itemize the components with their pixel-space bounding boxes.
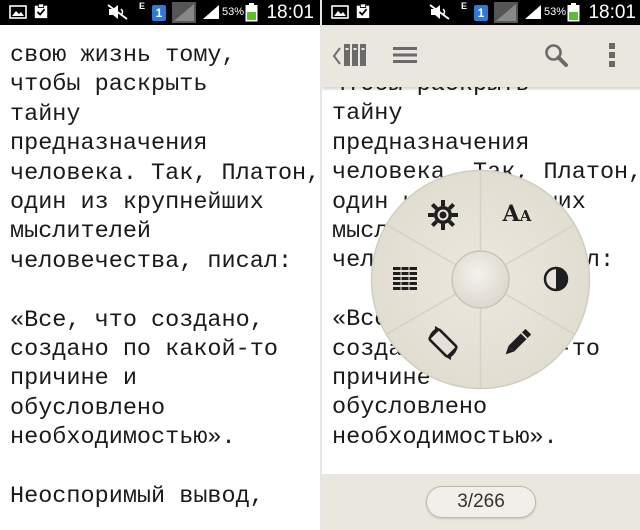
overflow-menu-icon[interactable] [609, 42, 615, 68]
text-line: «Все, что создано, [10, 306, 264, 334]
text-line: один из крупнейших [10, 189, 264, 217]
reader-pane-right: E 1 53% 18:01 чтобы раскрыть тайну предн… [322, 0, 640, 530]
gallery-icon [9, 5, 27, 19]
text-line: предназначения [10, 130, 208, 158]
page-layout-icon [393, 267, 417, 290]
font-size-label-large: A [502, 201, 520, 227]
rotate-screen-button[interactable] [423, 323, 463, 363]
radial-quick-menu: AA [370, 169, 591, 390]
font-size-button[interactable]: AA [497, 195, 537, 235]
sim-1-icon: 1 [474, 5, 488, 21]
signal-icon [494, 2, 518, 23]
page-indicator[interactable]: 3/266 [426, 486, 536, 518]
page-layout-button[interactable] [385, 259, 425, 299]
radial-center-button[interactable] [452, 251, 509, 308]
reader-toolbar [322, 25, 640, 87]
table-of-contents-icon[interactable] [393, 45, 417, 65]
clipboard-check-icon [34, 3, 48, 19]
text-line: свою жизнь тому, [10, 42, 236, 69]
status-bar: E 1 53% 18:01 [0, 0, 320, 25]
text-line: необходимостью». [332, 423, 558, 451]
text-line: чтобы раскрыть [10, 71, 208, 99]
brightness-icon [428, 200, 458, 230]
clock: 18:01 [266, 2, 314, 23]
mute-icon [107, 4, 128, 20]
sim-label: 1 [155, 6, 163, 20]
brightness-button[interactable] [423, 195, 463, 235]
sim-1-icon: 1 [152, 5, 166, 21]
text-line: тайну [332, 100, 403, 128]
text-line: создано по какой-то [10, 336, 278, 364]
page-indicator-label: 3/266 [457, 491, 505, 512]
gallery-icon [331, 5, 349, 19]
text-line: обусловлено [332, 394, 488, 422]
search-icon[interactable] [544, 43, 568, 67]
battery-percent: 53% [544, 6, 567, 18]
mute-icon [429, 4, 450, 20]
page-navigation-bar: 3/266 [322, 474, 640, 530]
text-line: Неоспоримый вывод, [10, 483, 264, 511]
text-line: человечества, писал: [10, 247, 293, 275]
battery-icon [567, 3, 580, 22]
battery-icon [245, 3, 258, 22]
annotate-pen-button[interactable] [497, 323, 537, 363]
network-type-label: E [139, 1, 146, 11]
back-chevron-icon[interactable] [332, 46, 342, 66]
text-line: необходимостью». [10, 424, 236, 452]
text-line: тайну [10, 100, 81, 128]
text-line: обусловлено [10, 394, 166, 422]
night-mode-button[interactable] [536, 259, 576, 299]
clock: 18:01 [588, 2, 636, 23]
network-type-label: E [461, 1, 468, 11]
wifi-signal-icon [203, 5, 219, 19]
text-line: человека. Так, Платон, [10, 159, 320, 187]
text-line: предназначения [332, 129, 530, 157]
book-text: свою жизнь тому, чтобы раскрыть тайну пр… [10, 41, 320, 512]
battery-percent: 53% [222, 6, 245, 18]
font-size-icon: AA [497, 201, 537, 227]
font-size-label-small: A [519, 207, 532, 225]
text-line: причине и [10, 365, 137, 393]
status-bar: E 1 53% 18:01 [322, 0, 640, 25]
signal-icon [172, 2, 196, 23]
rotate-screen-icon [428, 326, 458, 360]
library-icon[interactable] [343, 42, 367, 68]
night-mode-icon [543, 266, 569, 292]
text-line: мыслителей [10, 218, 152, 246]
clipboard-check-icon [356, 3, 370, 19]
reader-pane-left: E 1 53% 18:01 свою жизнь тому, чтобы рас… [0, 0, 320, 530]
wifi-signal-icon [525, 5, 541, 19]
annotate-pen-icon [505, 328, 532, 355]
sim-label: 1 [477, 6, 485, 20]
